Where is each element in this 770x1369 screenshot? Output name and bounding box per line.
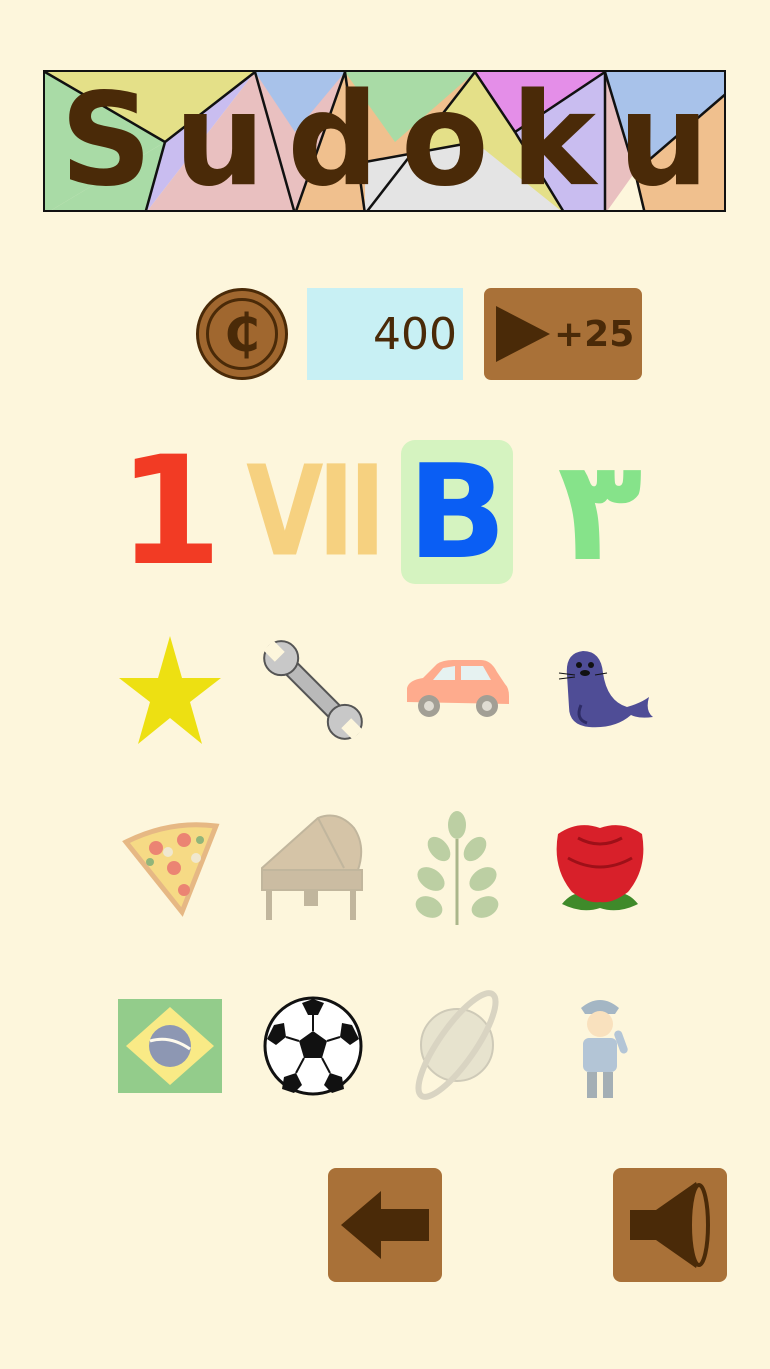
speaker-icon (630, 1182, 710, 1268)
number-style-arabic[interactable]: 1 (114, 425, 226, 599)
police-officer-icon (581, 1000, 628, 1098)
theme-star[interactable] (114, 618, 226, 762)
leaf-icon (415, 811, 499, 925)
back-button[interactable] (328, 1168, 442, 1282)
theme-people[interactable] (544, 974, 656, 1118)
theme-plants[interactable] (401, 796, 513, 940)
app-title: Sudoku (59, 70, 726, 212)
theme-food[interactable] (114, 796, 226, 940)
sound-toggle-button[interactable] (613, 1168, 727, 1282)
theme-sports[interactable] (257, 974, 369, 1118)
ad-bonus-label: +25 (554, 313, 635, 355)
seal-icon (558, 651, 653, 728)
theme-music[interactable] (257, 796, 369, 940)
coin-symbol: ₵ (206, 298, 278, 370)
back-arrow-icon (341, 1191, 429, 1259)
number-style-eastern-arabic[interactable]: ٣ (544, 440, 656, 584)
watch-ad-reward-button[interactable]: +25 (484, 288, 642, 380)
theme-flags[interactable] (114, 974, 226, 1118)
number-style-glyph: VII (246, 438, 386, 585)
pizza-icon (122, 822, 220, 917)
number-style-glyph: ٣ (557, 430, 643, 593)
theme-space[interactable] (401, 974, 513, 1118)
number-style-glyph: 1 (117, 425, 223, 599)
play-icon (496, 306, 550, 362)
theme-tools[interactable] (257, 618, 369, 762)
title-banner: Sudoku (43, 70, 726, 212)
theme-vehicles[interactable] (401, 618, 513, 762)
number-style-glyph: B (407, 436, 507, 588)
soccer-ball-icon (263, 996, 363, 1096)
planet-icon (415, 990, 499, 1100)
star-icon (119, 636, 221, 744)
car-icon (407, 660, 509, 717)
brazil-flag-icon (118, 999, 222, 1093)
rose-icon (556, 825, 644, 911)
piano-icon (261, 814, 363, 920)
coin-balance: 400 (307, 288, 463, 380)
number-style-latin[interactable]: B (401, 440, 513, 584)
wrench-icon (263, 640, 363, 740)
number-style-roman[interactable]: VII (246, 440, 386, 584)
theme-animals[interactable] (544, 618, 656, 762)
coin-icon: ₵ (196, 288, 288, 380)
theme-flowers[interactable] (544, 796, 656, 940)
